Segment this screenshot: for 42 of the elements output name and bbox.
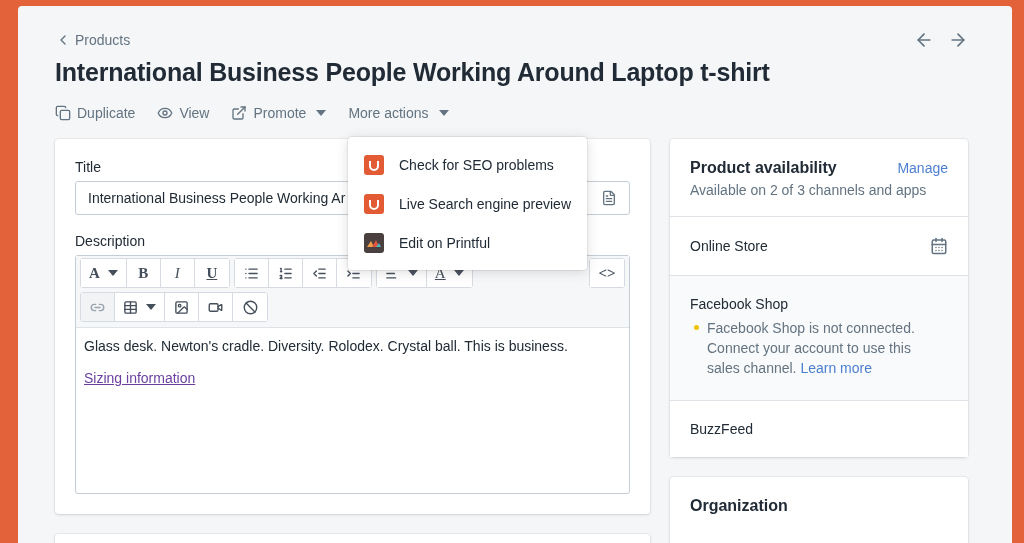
menu-item[interactable]: Live Search engine preview — [348, 184, 587, 223]
caret-icon — [107, 270, 118, 276]
card-title: Product availability — [690, 159, 837, 177]
description-text: Glass desk. Newton's cradle. Diversity. Rolodex. Crystal ball. This is business. — [84, 338, 569, 354]
page-title: International Business People Working Around Laptop t-shirt — [55, 58, 771, 87]
app-logo-icon — [364, 154, 384, 175]
menu-item[interactable]: Check for SEO problems — [348, 145, 587, 184]
learn-more-link[interactable]: Learn more — [800, 360, 872, 376]
format-button[interactable]: <> — [590, 259, 624, 287]
card-subtitle: Available on 2 of 3 channels and apps — [690, 182, 928, 198]
toolbar-button[interactable] — [234, 259, 269, 287]
field-label: Description — [75, 233, 146, 249]
field-label: Title — [75, 159, 101, 175]
caret-icon — [146, 304, 156, 310]
copy-icon — [55, 105, 71, 121]
bulleted-list-icon — [243, 265, 259, 281]
document-icon — [601, 190, 617, 206]
action-button[interactable]: Duplicate — [55, 105, 136, 121]
sizing-link[interactable]: Sizing information — [84, 370, 196, 386]
outdent-icon — [311, 265, 327, 281]
back-link[interactable]: Products — [55, 32, 131, 48]
numbered-list-icon — [277, 265, 293, 281]
channel-name: Online Store — [690, 238, 768, 254]
table-icon — [123, 299, 138, 315]
image-icon — [174, 299, 189, 315]
clear-format-icon — [242, 299, 258, 315]
caret-icon — [438, 110, 449, 116]
caret-icon — [316, 110, 327, 116]
external-link-icon — [231, 105, 248, 121]
card-title: Organization — [690, 497, 789, 515]
manage-link[interactable]: Manage — [897, 160, 948, 176]
action-button[interactable]: More actions — [348, 105, 449, 121]
channel-name: Facebook Shop — [690, 296, 789, 312]
channel-note: Facebook Shop is not connected. Connect your account to use this sales channel. Learn more — [707, 319, 916, 378]
channel-name: BuzzFeed — [690, 421, 754, 437]
eye-icon — [157, 105, 174, 121]
action-button[interactable]: View — [157, 105, 210, 121]
action-button[interactable]: Promote — [231, 105, 327, 121]
calendar-icon[interactable] — [930, 237, 948, 255]
app-logo-icon — [364, 193, 384, 214]
format-button[interactable]: A — [81, 259, 127, 287]
app-logo-icon — [364, 232, 384, 253]
